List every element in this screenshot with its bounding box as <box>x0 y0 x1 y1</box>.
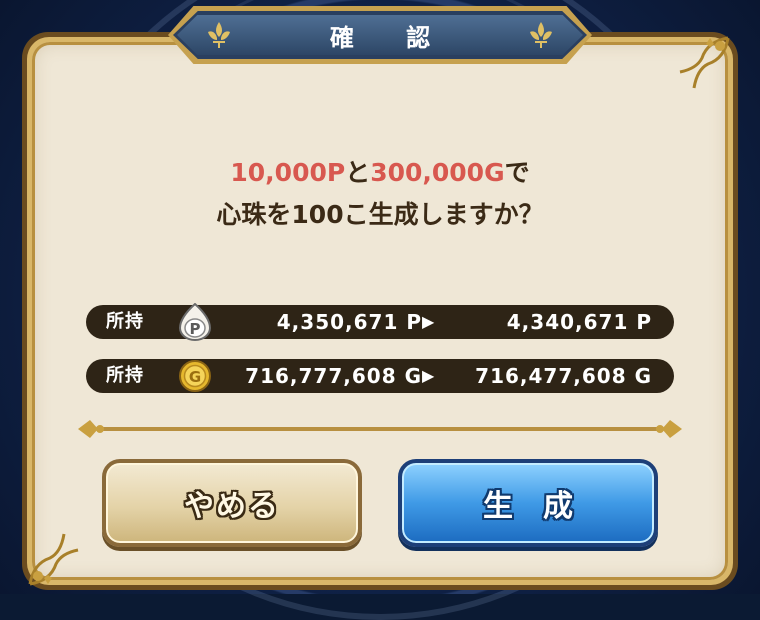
arrow-icon: ▶ <box>422 312 435 331</box>
points-after: 4,340,671 P <box>506 310 652 334</box>
ornamental-divider <box>76 414 684 444</box>
cancel-button[interactable]: やめる <box>102 459 362 547</box>
arrow-icon: ▶ <box>422 366 435 385</box>
holdings-row-gold: 所持 G 716,777,608 G ▶ 716,477,608 G <box>86 359 674 393</box>
p-coin-icon: P <box>177 302 213 341</box>
cancel-button-label: やめる <box>184 489 280 524</box>
message-line-1: 10,000Pと300,000Gで <box>0 152 760 194</box>
points-before: 4,350,671 P <box>276 310 422 334</box>
cost-points: 10,000P <box>230 158 346 187</box>
gold-coin-icon: G <box>177 357 213 395</box>
title-banner: 確 認 <box>168 6 592 64</box>
generate-button[interactable]: 生成 <box>398 459 658 547</box>
confirm-message: 10,000Pと300,000Gで 心珠を100こ生成しますか？ <box>0 152 760 236</box>
corner-ornament-icon <box>676 36 730 90</box>
message-join: と <box>345 158 371 187</box>
svg-text:P: P <box>190 320 201 338</box>
holdings-label: 所持 <box>106 365 144 386</box>
message-line-2: 心珠を100こ生成しますか？ <box>216 200 544 229</box>
cost-gold: 300,000G <box>370 158 505 187</box>
gold-before: 716,777,608 G <box>245 364 422 388</box>
corner-ornament-icon <box>28 532 82 586</box>
dialog-title: 確 認 <box>329 23 453 52</box>
generate-button-label: 生成 <box>483 489 603 524</box>
holdings-label: 所持 <box>106 311 144 332</box>
holdings-row-points: 所持 P 4,350,671 P ▶ 4,340,671 P <box>86 302 674 341</box>
gold-after: 716,477,608 G <box>475 364 652 388</box>
svg-text:G: G <box>189 368 201 386</box>
message-end: で <box>504 158 530 187</box>
